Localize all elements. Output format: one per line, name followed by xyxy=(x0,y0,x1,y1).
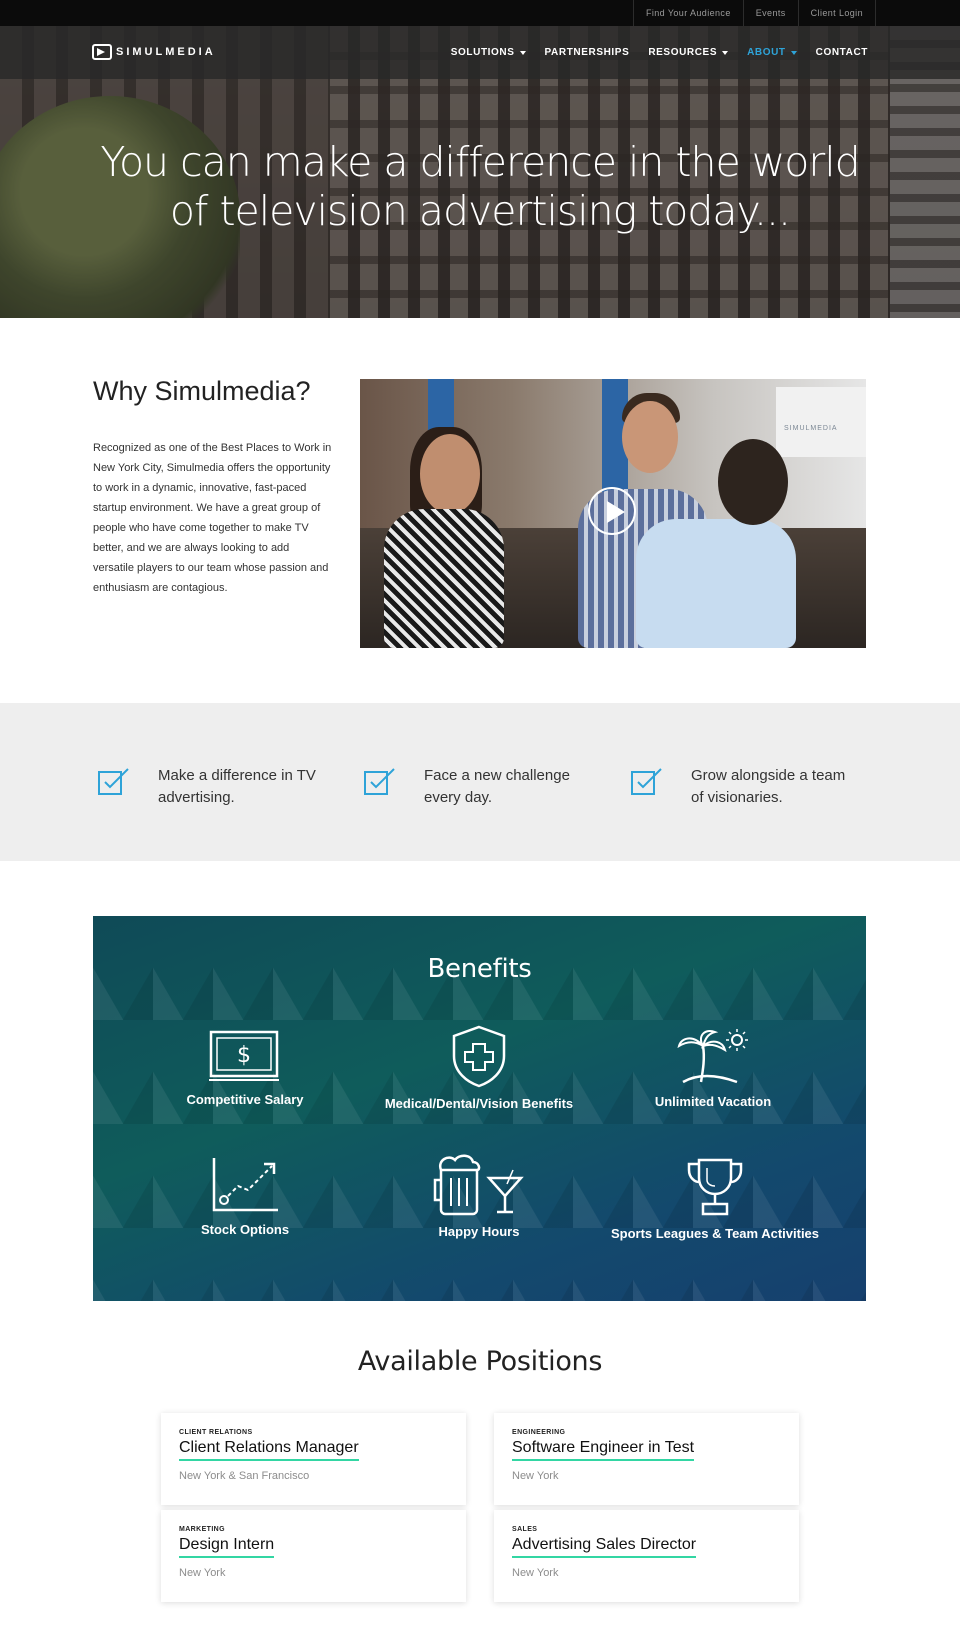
dollar-bill-icon: $ xyxy=(209,1030,279,1081)
why-body: Recognized as one of the Best Places to … xyxy=(93,442,332,594)
benefit-medical: Medical/Dental/Vision Benefits xyxy=(369,1024,589,1112)
utility-bar: Find Your Audience Events Client Login xyxy=(0,0,960,26)
man-figure-back xyxy=(636,519,796,648)
events-link[interactable]: Events xyxy=(742,0,798,26)
nav-partnerships[interactable]: PARTNERSHIPS xyxy=(545,47,630,58)
trophy-icon xyxy=(687,1158,743,1216)
logo-play-icon xyxy=(92,44,112,60)
caret-down-icon xyxy=(790,50,797,55)
main-nav: SOLUTIONS PARTNERSHIPS RESOURCES ABOUT C… xyxy=(432,26,868,79)
nav-contact[interactable]: CONTACT xyxy=(816,47,868,58)
client-login-link[interactable]: Client Login xyxy=(797,0,876,26)
caret-down-icon xyxy=(519,50,526,55)
position-card[interactable]: ENGINEERING Software Engineer in Test Ne… xyxy=(494,1413,799,1505)
value-item: Make a difference in TV advertising. xyxy=(98,765,318,809)
position-card[interactable]: MARKETING Design Intern New York xyxy=(161,1510,466,1602)
nav-resources[interactable]: RESOURCES xyxy=(648,47,729,58)
play-icon[interactable] xyxy=(588,487,636,535)
position-title-link[interactable]: Software Engineer in Test xyxy=(512,1439,695,1461)
benefit-stock-options: Stock Options xyxy=(135,1156,355,1238)
simulmedia-logo[interactable]: SIMULMEDIA xyxy=(92,44,216,60)
logo-wordmark: SIMULMEDIA xyxy=(116,46,216,58)
checkbox-icon xyxy=(364,765,396,795)
position-card[interactable]: CLIENT RELATIONS Client Relations Manage… xyxy=(161,1413,466,1505)
benefit-competitive-salary: $ Competitive Salary xyxy=(135,1028,355,1108)
position-department: ENGINEERING xyxy=(512,1429,566,1436)
medical-shield-icon xyxy=(452,1025,506,1088)
checkbox-icon xyxy=(98,765,130,795)
position-location: New York xyxy=(512,1567,559,1579)
position-location: New York & San Francisco xyxy=(179,1470,310,1482)
checkbox-icon xyxy=(631,765,663,795)
palm-tree-icon xyxy=(677,1029,748,1084)
position-title-link[interactable]: Design Intern xyxy=(179,1536,275,1558)
why-title: Why Simulmedia? xyxy=(93,376,311,406)
find-your-audience-link[interactable]: Find Your Audience xyxy=(632,0,743,26)
benefits-panel: Benefits $ Competitive Salary Medical/De… xyxy=(93,916,866,1301)
positions-title: Available Positions xyxy=(357,1346,603,1377)
benefit-unlimited-vacation: Unlimited Vacation xyxy=(603,1026,823,1110)
position-department: SALES xyxy=(512,1526,538,1533)
position-card[interactable]: SALES Advertising Sales Director New Yor… xyxy=(494,1510,799,1602)
nav-about[interactable]: ABOUT xyxy=(747,47,797,58)
hero-title: You can make a difference in the world o… xyxy=(100,138,860,235)
value-item: Grow alongside a team of visionaries. xyxy=(631,765,851,809)
benefit-happy-hours: Happy Hours xyxy=(369,1152,589,1240)
utility-links: Find Your Audience Events Client Login xyxy=(632,0,876,26)
svg-text:$: $ xyxy=(237,1043,251,1068)
nav-solutions[interactable]: SOLUTIONS xyxy=(451,47,526,58)
stock-chart-icon xyxy=(212,1158,278,1212)
office-sign: SIMULMEDIA xyxy=(776,387,866,457)
position-title-link[interactable]: Advertising Sales Director xyxy=(512,1536,697,1558)
position-department: MARKETING xyxy=(179,1526,225,1533)
beer-cocktail-icon xyxy=(433,1154,524,1216)
benefit-sports-leagues: Sports Leagues & Team Activities xyxy=(605,1156,825,1242)
values-band: Make a difference in TV advertising. Fac… xyxy=(0,703,960,861)
position-title-link[interactable]: Client Relations Manager xyxy=(179,1439,359,1461)
position-location: New York xyxy=(179,1567,226,1579)
position-department: CLIENT RELATIONS xyxy=(179,1429,253,1436)
position-location: New York xyxy=(512,1470,559,1482)
value-item: Face a new challenge every day. xyxy=(364,765,584,809)
benefits-title: Benefits xyxy=(427,954,532,984)
main-navbar: SIMULMEDIA SOLUTIONS PARTNERSHIPS RESOUR… xyxy=(0,26,960,79)
caret-down-icon xyxy=(722,50,729,55)
video-thumbnail[interactable]: SIMULMEDIA xyxy=(360,379,866,648)
